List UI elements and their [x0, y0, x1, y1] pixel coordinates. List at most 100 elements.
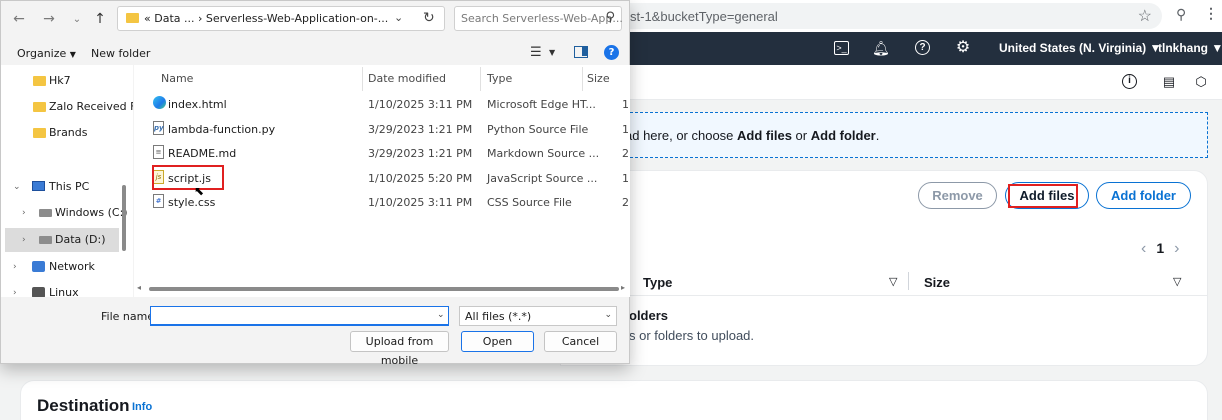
python-file-icon: py — [153, 121, 164, 135]
empty-state-title: olders — [629, 308, 669, 323]
column-divider — [908, 272, 909, 290]
search-input[interactable]: Search Serverless-Web-App... ⚲ — [454, 6, 623, 31]
help-icon[interactable]: ? — [915, 40, 930, 55]
address-breadcrumb[interactable]: « Data ... › Serverless-Web-Application-… — [117, 6, 445, 31]
file-date: 1/10/2025 5:20 PM — [368, 172, 473, 185]
file-row[interactable]: # style.css 1/10/2025 3:11 PM CSS Source… — [134, 190, 630, 214]
breadcrumb-path[interactable]: « Data ... › Serverless-Web-Application-… — [144, 12, 388, 25]
new-folder-button[interactable]: New folder — [91, 47, 150, 60]
sort-up-icon: ^ — [255, 65, 263, 72]
chevron-down-icon[interactable]: ⌄ — [69, 14, 85, 25]
chevron-left-icon[interactable]: ‹ — [1131, 240, 1156, 257]
cloudshell-icon[interactable]: >_ — [834, 41, 849, 55]
nav-item-zalo[interactable]: Zalo Received F — [1, 95, 133, 119]
nav-item-brands[interactable]: Brands — [1, 121, 129, 145]
scrollbar[interactable] — [122, 185, 126, 251]
chevron-right-icon[interactable]: › — [22, 228, 26, 252]
up-arrow-icon[interactable]: ↑ — [92, 11, 108, 27]
url-text[interactable]: st-1&bucketType=general — [630, 9, 778, 24]
divider — [561, 295, 1207, 296]
region-selector[interactable]: United States (N. Virginia) ▼ — [999, 41, 1161, 55]
info-icon[interactable]: i — [1122, 74, 1137, 89]
file-name: style.css — [168, 196, 216, 209]
file-name-input[interactable] — [150, 306, 449, 326]
organize-menu[interactable]: Organize ▼ — [17, 47, 76, 60]
document-icon[interactable]: ▤ — [1161, 74, 1177, 90]
folder-icon — [33, 76, 46, 86]
chevron-down-icon[interactable]: ▼ — [549, 48, 555, 57]
account-menu[interactable]: tlnkhang ▼ — [1158, 41, 1222, 55]
sort-down-icon[interactable]: ▽ — [889, 275, 897, 288]
drop-zone-text: ad here, or choose Add files or Add fold… — [625, 128, 880, 143]
file-row[interactable]: py lambda-function.py 3/29/2023 1:21 PM … — [134, 117, 630, 141]
column-header-type[interactable]: Type — [487, 72, 512, 85]
column-divider[interactable] — [362, 67, 363, 91]
mouse-cursor-icon: ⬉ — [194, 184, 205, 198]
network-icon — [32, 261, 45, 272]
nav-item-network[interactable]: › Network — [1, 255, 129, 279]
nav-item-this-pc[interactable]: ⌄ This PC — [1, 175, 129, 199]
upload-from-mobile-button[interactable]: Upload from mobile — [350, 331, 449, 367]
column-header-size[interactable]: Size — [924, 275, 950, 290]
gear-icon[interactable]: ⚙ — [955, 40, 971, 56]
column-divider[interactable] — [582, 67, 583, 91]
file-type: Markdown Source ... — [487, 147, 600, 160]
page-number[interactable]: 1 — [1156, 240, 1164, 256]
files-and-folders-panel: Remove Add files Add folder ‹ 1 › Type ▽ S… — [560, 170, 1208, 366]
file-date: 1/10/2025 3:11 PM — [368, 196, 473, 209]
back-arrow-icon[interactable]: ← — [11, 11, 27, 27]
file-type-filter[interactable]: All files (*.*) ⌄ — [459, 306, 617, 326]
settings-hex-icon[interactable]: ⬡ — [1193, 74, 1209, 90]
chevron-right-icon[interactable]: › — [1164, 240, 1189, 257]
nav-item-data-d[interactable]: › Data (D:) — [5, 228, 119, 252]
star-icon[interactable]: ☆ — [1138, 6, 1152, 26]
file-row[interactable]: index.html 1/10/2025 3:11 PM Microsoft E… — [134, 92, 630, 116]
chevron-right-icon[interactable]: › — [13, 281, 17, 297]
scroll-right-icon[interactable]: ▸ — [621, 283, 625, 292]
horizontal-scrollbar[interactable] — [149, 287, 619, 291]
preview-pane-icon[interactable] — [574, 46, 588, 58]
edge-html-file-icon — [153, 96, 166, 109]
file-open-dialog: ← → ⌄ ↑ « Data ... › Serverless-Web-Appl… — [0, 0, 630, 367]
linux-icon — [32, 287, 45, 297]
folder-icon — [33, 102, 46, 112]
remove-button[interactable]: Remove — [918, 182, 997, 209]
help-icon[interactable]: ? — [604, 45, 619, 60]
refresh-icon[interactable]: ↻ — [423, 10, 435, 26]
column-divider[interactable] — [480, 67, 481, 91]
more-icon[interactable]: ⋮ — [1204, 5, 1218, 22]
column-header-date[interactable]: Date modified — [368, 72, 446, 85]
highlight-box — [1008, 184, 1078, 208]
folder-icon — [33, 128, 46, 138]
nav-item-windows-c[interactable]: › Windows (C:) — [1, 201, 129, 225]
empty-state-description: s or folders to upload. — [629, 328, 755, 343]
chevron-down-icon[interactable]: ⌄ — [437, 310, 445, 320]
drive-icon — [39, 209, 52, 217]
file-row[interactable]: ≡ README.md 3/29/2023 1:21 PM Markdown S… — [134, 141, 630, 165]
chevron-right-icon[interactable]: › — [13, 255, 17, 279]
chevron-down-icon[interactable]: ⌄ — [13, 175, 21, 199]
file-size: 1 — [622, 123, 629, 136]
bell-icon[interactable]: 🔔︎ — [872, 40, 890, 56]
drop-zone[interactable]: ad here, or choose Add files or Add fold… — [560, 112, 1208, 158]
info-link[interactable]: Info — [132, 401, 152, 413]
search-icon[interactable]: ⚲ — [605, 10, 615, 25]
chevron-down-icon[interactable]: ⌄ — [394, 11, 403, 24]
scroll-left-icon[interactable]: ◂ — [137, 283, 141, 292]
cancel-button[interactable]: Cancel — [544, 331, 617, 352]
chevron-right-icon[interactable]: › — [22, 201, 26, 225]
nav-item-linux[interactable]: › Linux — [1, 281, 129, 297]
add-folder-button[interactable]: Add folder — [1096, 182, 1191, 209]
forward-arrow-icon[interactable]: → — [41, 11, 57, 27]
sort-down-icon[interactable]: ▽ — [1173, 275, 1181, 288]
file-size: 2 — [622, 196, 629, 209]
file-type: CSS Source File — [487, 196, 572, 209]
pagination: ‹ 1 › — [1131, 240, 1189, 258]
nav-item-hk7[interactable]: Hk7 — [1, 69, 129, 93]
column-header-name[interactable]: Name — [161, 72, 193, 85]
extensions-icon[interactable]: ⚲ — [1176, 6, 1186, 23]
open-button[interactable]: Open — [461, 331, 534, 352]
column-header-type[interactable]: Type — [643, 275, 672, 290]
view-options-icon[interactable]: ☰ — [530, 45, 542, 60]
column-header-size[interactable]: Size — [587, 72, 610, 85]
